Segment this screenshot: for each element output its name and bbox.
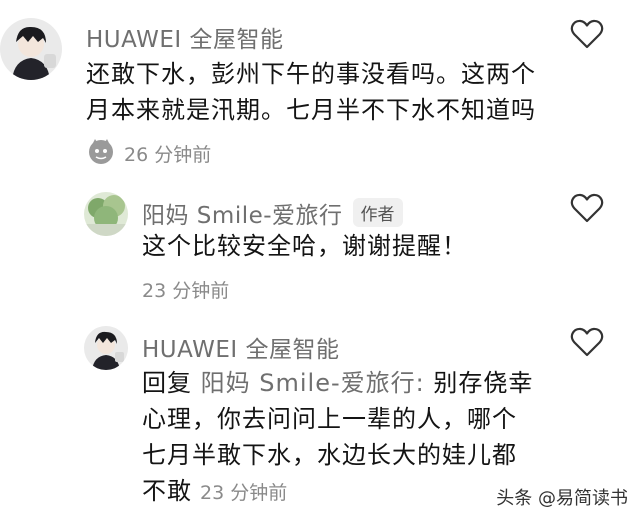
avatar-image [84,192,128,236]
username[interactable]: HUAWEI 全屋智能 [142,330,339,364]
emoji-face-icon [89,139,113,164]
avatar[interactable] [84,192,128,236]
heart-outline-icon[interactable] [570,18,604,50]
username-text[interactable]: 阳妈 Smile-爱旅行 [142,203,343,229]
avatar-image [84,326,128,370]
heart-outline-icon[interactable] [570,192,604,224]
comment-text: 还敢下水，彭州下午的事没看吗。这两个 月本来就是汛期。七月半不下水不知道吗 [86,56,626,128]
reply-target[interactable]: 阳妈 Smile-爱旅行: [201,369,425,397]
watermark: 头条 @易简读书 [496,488,628,509]
reply-prefix: 回复 [142,369,192,397]
username[interactable]: HUAWEI 全屋智能 [86,20,283,54]
author-badge: 作者 [352,198,403,227]
comment-line: 回复 阳妈 Smile-爱旅行: 别存侥幸 [142,365,622,401]
comment-line-text: 不敢 [142,477,192,505]
avatar[interactable] [0,18,62,80]
comment-line: 还敢下水，彭州下午的事没看吗。这两个 [86,60,536,88]
username[interactable]: 阳妈 Smile-爱旅行 作者 [142,196,403,230]
comment-line: 心理，你去问问上一辈的人，哪个 [142,405,517,433]
comment-text: 这个比较安全哈，谢谢提醒！ [142,228,622,264]
avatar-image [0,18,62,80]
heart-outline-icon[interactable] [570,326,604,358]
comment-time: 23 分钟前 [200,482,288,504]
comment-time: 26 分钟前 [124,144,212,166]
comment-time: 23 分钟前 [142,280,230,302]
comment-line: 七月半敢下水，水边长大的娃儿都 [142,441,517,469]
comment-line: 这个比较安全哈，谢谢提醒！ [142,232,467,260]
comment-line-text: 别存侥幸 [433,369,534,397]
avatar[interactable] [84,326,128,370]
comment-line: 月本来就是汛期。七月半不下水不知道吗 [86,96,536,124]
